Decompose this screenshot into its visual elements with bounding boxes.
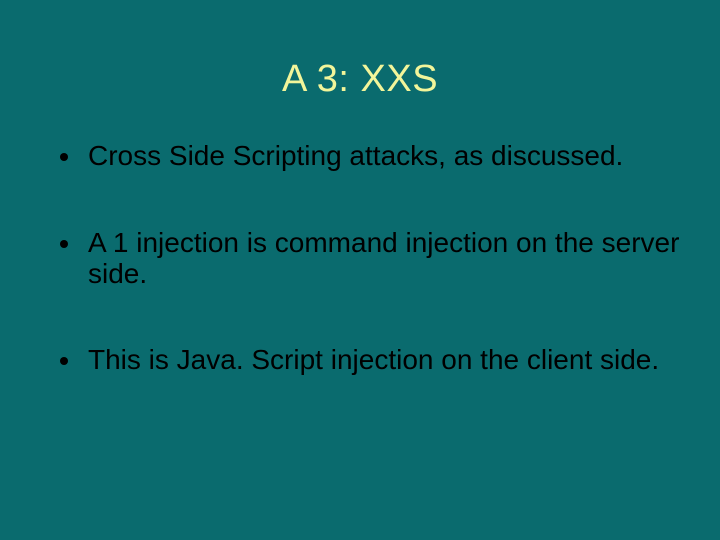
list-item: This is Java. Script injection on the cl… — [60, 345, 680, 376]
bullet-icon — [60, 357, 68, 365]
bullet-text: This is Java. Script injection on the cl… — [88, 345, 680, 376]
slide-body: Cross Side Scripting attacks, as discuss… — [0, 141, 720, 376]
bullet-text: A 1 injection is command injection on th… — [88, 228, 680, 290]
bullet-icon — [60, 240, 68, 248]
bullet-icon — [60, 153, 68, 161]
slide-title: A 3: XXS — [0, 0, 720, 141]
bullet-text: Cross Side Scripting attacks, as discuss… — [88, 141, 680, 172]
slide: A 3: XXS Cross Side Scripting attacks, a… — [0, 0, 720, 540]
list-item: Cross Side Scripting attacks, as discuss… — [60, 141, 680, 172]
list-item: A 1 injection is command injection on th… — [60, 228, 680, 290]
